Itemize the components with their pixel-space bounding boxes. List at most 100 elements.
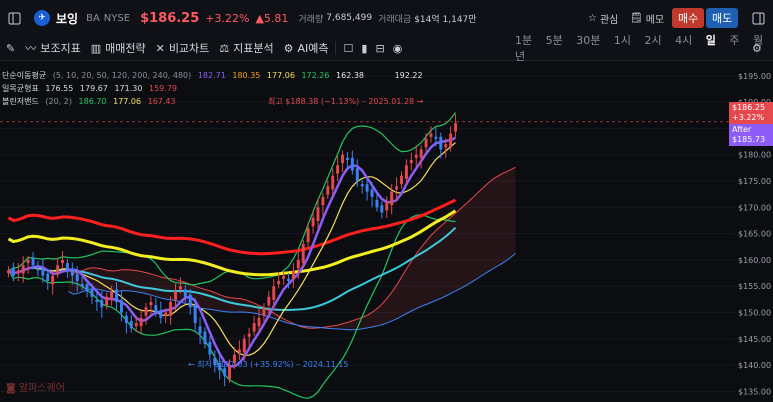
pencil-icon[interactable]: ✎: [6, 42, 15, 55]
y-tick-label: $180.00: [738, 151, 771, 160]
candle-icon[interactable]: ▮: [361, 42, 367, 55]
ruler-icon[interactable]: ⊟: [375, 42, 384, 55]
candle-body: [154, 305, 158, 313]
panel-toggle-icon[interactable]: [750, 10, 766, 26]
candle-body: [409, 159, 413, 164]
candle-body: [129, 320, 133, 329]
candle-body: [203, 331, 207, 345]
candle-body: [429, 133, 433, 137]
ichimoku-cloud: [68, 166, 516, 331]
analysis-label: 지표분석: [233, 42, 274, 55]
bb-upper: 186.70: [78, 97, 107, 106]
candle-body: [247, 333, 251, 337]
candle-body: [375, 199, 379, 208]
candle-body: [326, 186, 330, 195]
candle-body: [95, 299, 99, 303]
candle-body: [51, 275, 55, 285]
candle-body: [385, 202, 389, 211]
ai-label: AI예측: [297, 42, 329, 55]
after-price-tag: After $185.73: [729, 124, 773, 146]
candle-body: [439, 136, 443, 150]
period-1m[interactable]: 1분: [515, 34, 532, 47]
ichimoku-value-3: 171.30: [114, 84, 143, 93]
sma5-value: 182.71: [197, 71, 226, 80]
bb-params: (20, 2): [45, 97, 72, 106]
indicator-button[interactable]: 〰 보조지표: [25, 40, 80, 56]
candle-body: [188, 294, 192, 308]
change-percent: +3.22%: [205, 11, 250, 25]
after-price: $185.73: [732, 135, 766, 144]
strategy-button[interactable]: ▥ 매매전략: [91, 40, 146, 56]
candle-body: [360, 184, 364, 187]
candle-body: [61, 259, 64, 264]
camera-icon[interactable]: ◉: [393, 42, 403, 55]
candle-body: [124, 315, 128, 324]
chart-toolbar: ✎ 〰 보조지표 ▥ 매매전략 ✕ 비교차트 ⚖ 지표분석 ⚙ AI예측 ☐ ▮…: [0, 34, 773, 63]
change-amount: ▲5.81: [255, 11, 289, 25]
buy-button[interactable]: 매수: [672, 8, 705, 28]
compare-button[interactable]: ✕ 비교차트: [156, 40, 210, 56]
period-1h[interactable]: 1시: [614, 34, 631, 47]
indicator-icon: 〰: [25, 42, 37, 55]
strategy-label: 매매전략: [105, 42, 146, 55]
candle-body: [257, 317, 261, 327]
y-tick-label: $160.00: [738, 256, 771, 265]
watermark-logo-icon: ◙: [6, 383, 16, 394]
divider: [334, 41, 336, 55]
company-logo: ✈: [34, 10, 50, 26]
memo-label: 메모: [645, 14, 665, 26]
candle-body: [424, 138, 428, 148]
price-chart[interactable]: $195.00$190.00$185.00$180.00$175.00$170.…: [0, 60, 773, 402]
y-tick-label: $170.00: [738, 203, 771, 212]
candle-body: [454, 123, 458, 132]
sma480-value: 192.22: [394, 71, 423, 80]
period-4h[interactable]: 4시: [675, 34, 692, 47]
settings-gear-icon[interactable]: ⚙: [752, 42, 762, 55]
y-tick-label: $155.00: [738, 282, 771, 291]
current-price-tag: $186.25 +3.22%: [729, 102, 773, 124]
period-week[interactable]: 주: [729, 34, 739, 47]
candle-body: [119, 299, 123, 313]
candle-body: [149, 302, 153, 306]
indicator-label: 보조지표: [40, 42, 81, 55]
sell-button[interactable]: 매도: [706, 8, 739, 28]
bb-middle: 177.06: [113, 97, 142, 106]
period-5m[interactable]: 5분: [546, 34, 563, 47]
memo-button[interactable]: 🗒 메모: [630, 11, 664, 26]
candle-body: [85, 284, 89, 292]
period-30m[interactable]: 30분: [576, 34, 600, 47]
ichimoku-value-4: 159.79: [149, 84, 177, 93]
candle-body: [311, 217, 315, 227]
current-price-tag-value: $186.25: [732, 103, 766, 112]
candle-body: [144, 307, 148, 316]
sidebar-toggle-icon[interactable]: [6, 10, 22, 26]
watch-label: 관심: [599, 14, 619, 26]
ai-predict-button[interactable]: ⚙ AI예측: [284, 40, 329, 56]
volume-label: 거래량: [298, 14, 324, 25]
after-label: After: [732, 125, 752, 134]
period-2h[interactable]: 2시: [645, 34, 662, 47]
star-icon: ☆: [588, 12, 597, 24]
candle-body: [380, 205, 384, 213]
candle-body: [6, 270, 10, 274]
candle-body: [41, 268, 45, 276]
candle-body: [70, 268, 74, 276]
amount-value: $14억 1,147만: [414, 14, 477, 25]
y-tick-label: $175.00: [738, 177, 771, 186]
candle-body: [252, 323, 256, 332]
ichimoku-value-2: 179.67: [79, 84, 108, 93]
watch-button[interactable]: ☆ 관심: [588, 11, 618, 26]
candle-body: [419, 149, 423, 158]
candle-body: [16, 270, 20, 274]
candle-body: [242, 338, 246, 353]
analysis-button[interactable]: ⚖ 지표분석: [219, 40, 273, 56]
candle-body: [365, 184, 369, 192]
square-icon[interactable]: ☐: [344, 42, 354, 55]
candle-body: [169, 302, 173, 316]
candle-body: [237, 349, 241, 353]
sma-200-line: [7, 209, 457, 277]
y-tick-label: $150.00: [738, 309, 771, 318]
period-day[interactable]: 일: [706, 34, 716, 47]
candle-body: [267, 296, 271, 306]
sma20-value: 177.06: [266, 71, 295, 80]
